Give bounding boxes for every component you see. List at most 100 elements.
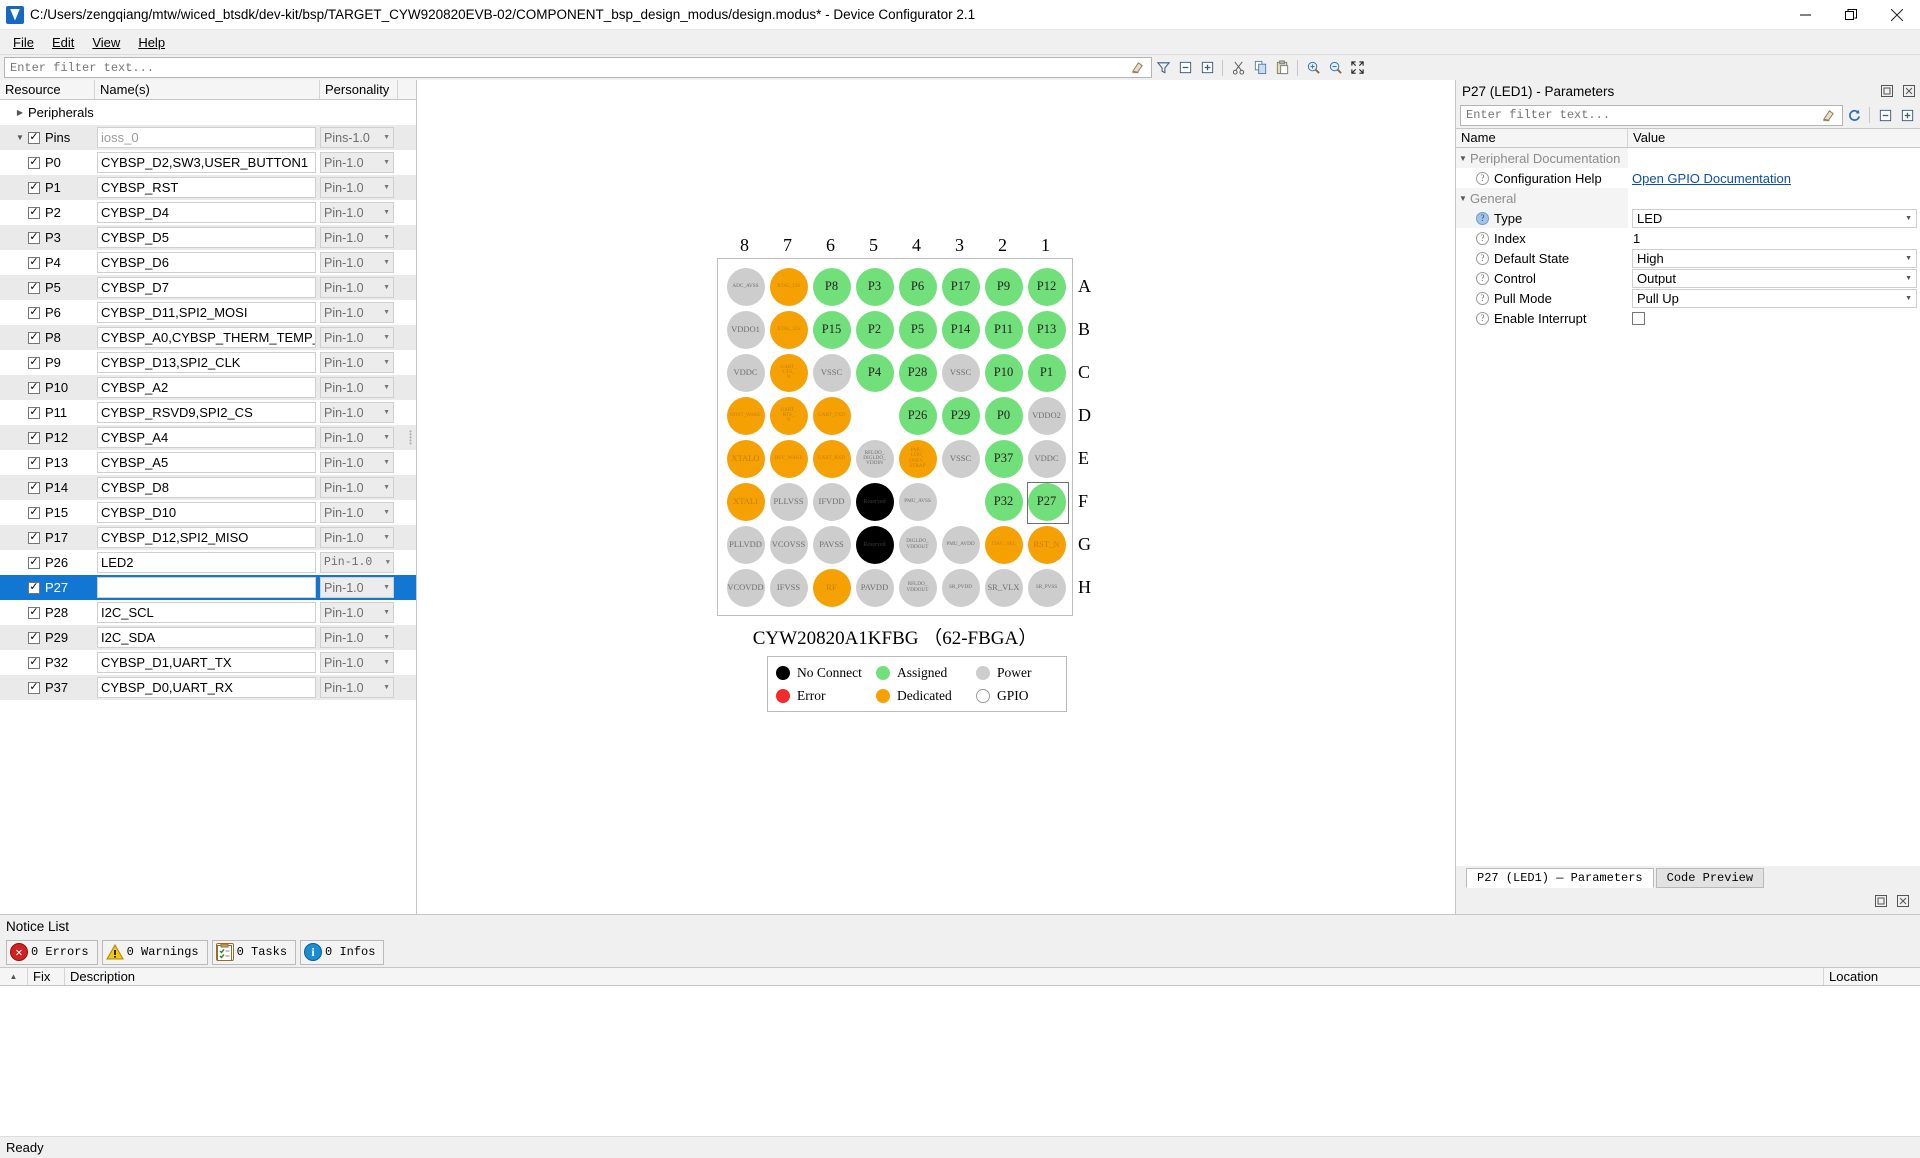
package-pad[interactable]: P10 xyxy=(982,351,1025,394)
collapse-all-icon[interactable] xyxy=(1174,57,1196,79)
tree-filter-box[interactable] xyxy=(4,57,1152,78)
pin-name-field[interactable]: CYBSP_RST xyxy=(97,177,316,198)
pin-personality-select[interactable]: Pin-1.0 ▼ xyxy=(320,277,394,298)
pin-enabled-checkbox[interactable]: ✓ xyxy=(28,531,40,544)
pin-enabled-checkbox[interactable]: ✓ xyxy=(28,356,40,369)
package-pad[interactable]: VDDC xyxy=(1025,437,1068,480)
minimize-button[interactable] xyxy=(1782,0,1828,30)
param-row[interactable]: ? Type LED ▼ xyxy=(1456,208,1920,228)
pin-personality-select[interactable]: Pin-1.0 ▼ xyxy=(320,327,394,348)
pin-name-field[interactable]: CYBSP_D10 xyxy=(97,502,316,523)
table-row[interactable]: ✓ P26 LED2 Pin-1.0 ▼ xyxy=(0,550,416,575)
package-pad[interactable]: RST_N xyxy=(1025,523,1068,566)
pin-personality-select[interactable]: Pin-1.0 ▼ xyxy=(320,652,394,673)
table-row[interactable]: ✓ P1 CYBSP_RST Pin-1.0 ▼ xyxy=(0,175,416,200)
table-row[interactable]: ✓ P10 CYBSP_A2 Pin-1.0 ▼ xyxy=(0,375,416,400)
help-icon[interactable]: ? xyxy=(1476,251,1489,265)
package-pad[interactable]: P13 xyxy=(1025,308,1068,351)
tree-scrollbar-handle[interactable]: • • • • • xyxy=(408,428,413,460)
pin-name-field[interactable]: CYBSP_A4 xyxy=(97,427,316,448)
table-row[interactable]: ✓ P2 CYBSP_D4 Pin-1.0 ▼ xyxy=(0,200,416,225)
package-pad[interactable]: VDDO1 xyxy=(724,308,767,351)
package-pad[interactable]: P14 xyxy=(939,308,982,351)
pin-personality-select[interactable]: Pin-1.0 ▼ xyxy=(320,602,394,623)
package-pad[interactable]: P29 xyxy=(939,394,982,437)
param-combo[interactable]: High ▼ xyxy=(1632,248,1917,268)
parameters-restore-icon[interactable] xyxy=(1876,80,1898,102)
pin-personality-select[interactable]: Pin-1.0 ▼ xyxy=(320,427,394,448)
group-expander-icon[interactable]: ▼ xyxy=(1456,154,1470,163)
pin-name-field[interactable]: CYBSP_A2 xyxy=(97,377,316,398)
bottom-restore-icon[interactable] xyxy=(1870,890,1892,912)
table-row[interactable]: ✓ P4 CYBSP_D6 Pin-1.0 ▼ xyxy=(0,250,416,275)
tree-col-names[interactable]: Name(s) xyxy=(95,80,320,99)
package-pad[interactable]: VDDC xyxy=(724,351,767,394)
param-combo[interactable]: LED ▼ xyxy=(1632,208,1917,228)
pin-enabled-checkbox[interactable]: ✓ xyxy=(28,306,40,319)
pin-personality-select[interactable]: Pin-1.0 ▼ xyxy=(320,202,394,223)
pin-enabled-checkbox[interactable]: ✓ xyxy=(28,256,40,269)
pin-enabled-checkbox[interactable]: ✓ xyxy=(28,631,40,644)
maximize-button[interactable] xyxy=(1828,0,1874,30)
bottom-close-icon[interactable] xyxy=(1892,890,1914,912)
params-refresh-icon[interactable] xyxy=(1843,104,1865,126)
pin-personality-select[interactable]: Pin-1.0 ▼ xyxy=(320,402,394,423)
package-pad[interactable]: XTALO xyxy=(724,437,767,480)
cut-icon[interactable] xyxy=(1227,57,1249,79)
pin-name-field[interactable]: CYBSP_D7 xyxy=(97,277,316,298)
param-textfield[interactable]: 1 xyxy=(1632,229,1920,248)
pin-enabled-checkbox[interactable]: ✓ xyxy=(28,406,40,419)
package-pad[interactable]: PLLVSS xyxy=(767,480,810,523)
param-group-row[interactable]: ▼ Peripheral Documentation xyxy=(1456,148,1920,168)
tree-col-resource[interactable]: Resource xyxy=(0,80,95,99)
package-pad[interactable]: PAVSS xyxy=(810,523,853,566)
notice-col-fix[interactable]: Fix xyxy=(28,968,65,985)
package-pad[interactable]: P8 xyxy=(810,265,853,308)
package-pad[interactable]: PAVDD xyxy=(853,566,896,609)
params-col-value[interactable]: Value xyxy=(1628,129,1920,147)
package-pad[interactable]: VDDO2 xyxy=(1025,394,1068,437)
pin-enabled-checkbox[interactable]: ✓ xyxy=(28,381,40,394)
zoom-out-icon[interactable] xyxy=(1324,57,1346,79)
table-row[interactable]: ✓ P11 CYBSP_RSVD9,SPI2_CS Pin-1.0 ▼ xyxy=(0,400,416,425)
package-pad[interactable]: P12 xyxy=(1025,265,1068,308)
params-expand-all-icon[interactable] xyxy=(1896,104,1918,126)
pin-name-field[interactable]: CYBSP_D13,SPI2_CLK xyxy=(97,352,316,373)
pin-name-field[interactable]: CYBSP_D4 xyxy=(97,202,316,223)
table-row[interactable]: ✓P8CYBSP_A0,CYBSP_THERM_TEMP_SENSEPin-1.… xyxy=(0,325,416,350)
paste-icon[interactable] xyxy=(1271,57,1293,79)
package-pad[interactable]: DIGLDO_ VDDOUT xyxy=(896,523,939,566)
package-pad[interactable]: VCOVSS xyxy=(767,523,810,566)
tab-parameters[interactable]: P27 (LED1) — Parameters xyxy=(1466,868,1654,888)
table-row[interactable]: ✓ P37 CYBSP_D0,UART_RX Pin-1.0 ▼ xyxy=(0,675,416,700)
params-filter-box[interactable] xyxy=(1460,104,1843,126)
clear-filter-icon[interactable] xyxy=(1126,57,1148,79)
menu-edit[interactable]: Edit xyxy=(43,33,83,52)
package-pad[interactable]: PMU_ LDO_ ONLY_ STRAP xyxy=(896,437,939,480)
group-expander-icon[interactable]: ▼ xyxy=(1456,194,1470,203)
pin-enabled-checkbox[interactable]: ✓ xyxy=(28,206,40,219)
pin-enabled-checkbox[interactable]: ✓ xyxy=(28,281,40,294)
table-row[interactable]: ✓ P17 CYBSP_D12,SPI2_MISO Pin-1.0 ▼ xyxy=(0,525,416,550)
params-clear-filter-icon[interactable] xyxy=(1817,104,1839,126)
param-row[interactable]: ? Index 1 xyxy=(1456,228,1920,248)
package-pad[interactable]: P9 xyxy=(982,265,1025,308)
table-row[interactable]: ✓ P14 CYBSP_D8 Pin-1.0 ▼ xyxy=(0,475,416,500)
package-pad[interactable]: RF xyxy=(810,566,853,609)
pin-personality-select[interactable]: Pin-1.0 ▼ xyxy=(320,352,394,373)
pin-personality-select[interactable]: Pin-1.0 ▼ xyxy=(320,377,394,398)
package-pad[interactable]: VSSC xyxy=(939,437,982,480)
pin-personality-select[interactable]: Pin-1.0 ▼ xyxy=(320,152,394,173)
param-row[interactable]: ? Enable Interrupt xyxy=(1456,308,1920,328)
pin-name-field[interactable]: CYBSP_D2,SW3,USER_BUTTON1 xyxy=(97,152,316,173)
package-pad[interactable]: P2 xyxy=(853,308,896,351)
package-pad[interactable]: UART_TXD xyxy=(810,394,853,437)
pin-name-field[interactable]: I2C_SCL xyxy=(97,602,316,623)
pin-name-field[interactable]: CYBSP_D6 xyxy=(97,252,316,273)
pin-personality-select[interactable]: Pin-1.0 ▼ xyxy=(320,677,394,698)
package-pad[interactable]: P0 xyxy=(982,394,1025,437)
pin-personality-select[interactable]: Pin-1.0 ▼ xyxy=(320,627,394,648)
param-row[interactable]: ? Pull Mode Pull Up ▼ xyxy=(1456,288,1920,308)
pin-enabled-checkbox[interactable]: ✓ xyxy=(28,581,40,594)
expand-all-icon[interactable] xyxy=(1196,57,1218,79)
